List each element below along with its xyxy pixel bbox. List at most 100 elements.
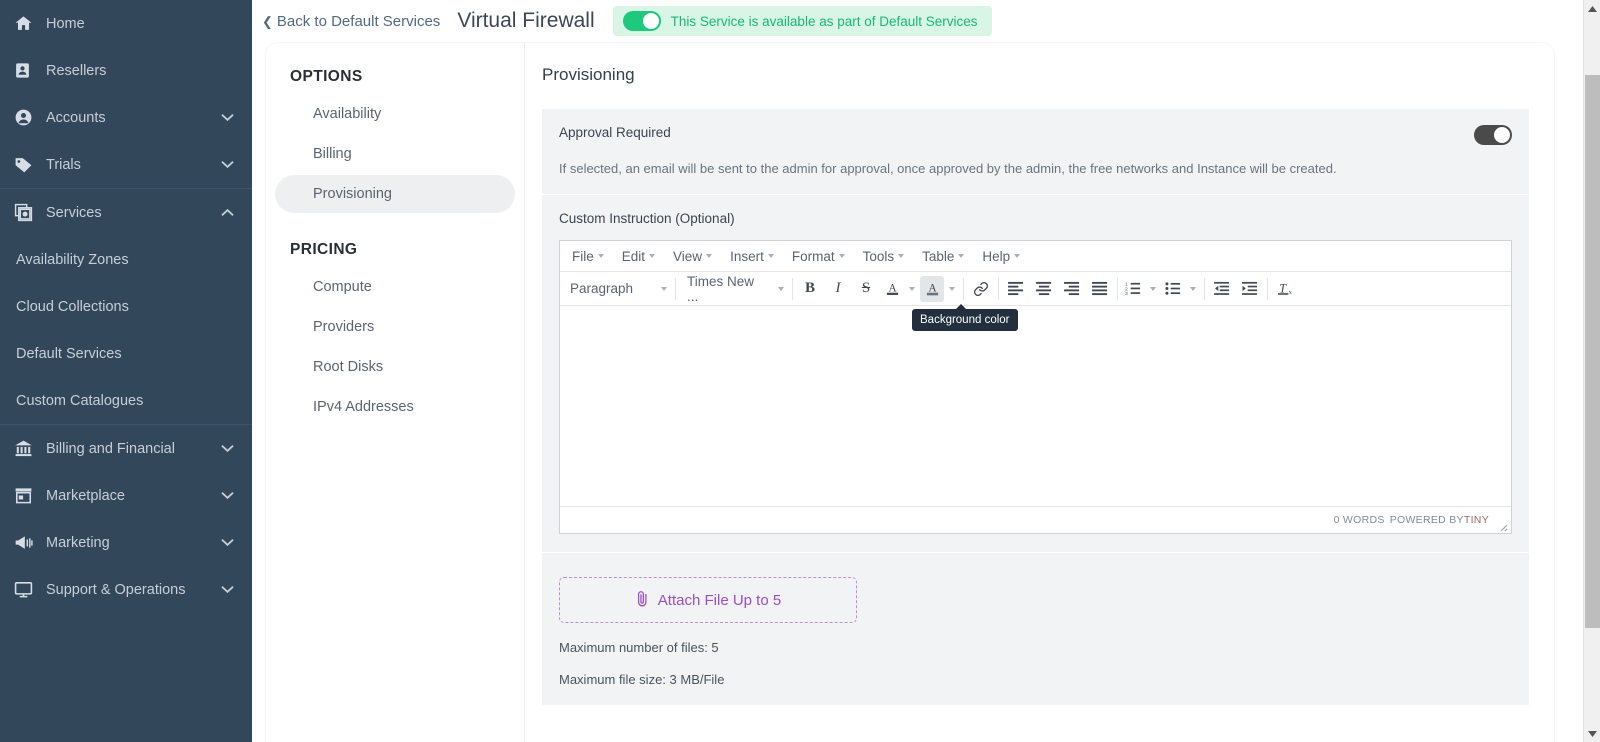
sidebar-item-trials[interactable]: Trials	[0, 141, 252, 188]
bulleted-list-icon[interactable]	[1161, 276, 1185, 302]
sidebar-item-marketing[interactable]: Marketing	[0, 519, 252, 566]
rich-text-editor: File Edit View	[559, 240, 1512, 534]
chevron-up-icon[interactable]	[220, 208, 234, 217]
sidebar-item-accounts[interactable]: Accounts	[0, 94, 252, 141]
approval-required-description: If selected, an email will be sent to th…	[559, 161, 1512, 176]
link-icon[interactable]	[967, 276, 995, 302]
service-availability-toggle[interactable]	[623, 11, 661, 31]
clear-formatting-icon[interactable]: Tx	[1271, 276, 1299, 302]
settings-nav-label: Provisioning	[313, 186, 392, 202]
text-color-dropdown-arrow[interactable]	[904, 276, 920, 302]
menu-label: Help	[982, 249, 1010, 264]
sidebar-subitem-label: Cloud Collections	[16, 299, 129, 315]
sidebar-item-label: Billing and Financial	[40, 441, 220, 457]
chevron-down-icon[interactable]	[220, 444, 234, 453]
sidebar-item-support-and-operations[interactable]: Support & Operations	[0, 566, 252, 613]
editor-menu-view[interactable]: View	[664, 245, 721, 268]
editor-menu-format[interactable]: Format	[783, 245, 854, 268]
menu-label: View	[673, 249, 702, 264]
svg-text:3: 3	[1125, 291, 1128, 296]
settings-nav-label: Compute	[313, 279, 372, 295]
settings-nav-item-availability[interactable]: Availability	[275, 95, 515, 133]
sidebar-item-availability-zones[interactable]: Availability Zones	[0, 236, 252, 283]
chevron-down-icon	[649, 254, 655, 258]
settings-nav-item-provisioning[interactable]: Provisioning	[275, 175, 515, 213]
sidebar-item-home[interactable]: Home	[0, 0, 252, 47]
settings-card: OPTIONS Availability Billing Provisionin…	[266, 43, 1554, 742]
editor-menu-edit[interactable]: Edit	[613, 245, 664, 268]
align-justify-icon[interactable]	[1086, 276, 1114, 302]
toolbar-separator	[963, 278, 964, 300]
bulleted-list-dropdown-arrow[interactable]	[1185, 276, 1201, 302]
settings-nav-item-root-disks[interactable]: Root Disks	[275, 348, 515, 386]
chevron-down-icon[interactable]	[220, 113, 234, 122]
align-right-icon[interactable]	[1058, 276, 1086, 302]
editor-menu-table[interactable]: Table	[913, 245, 973, 268]
application-window: Home Resellers Accounts Trials	[0, 0, 1600, 742]
back-to-default-services-link[interactable]: ❮ Back to Default Services	[262, 13, 440, 30]
sidebar-item-custom-catalogues[interactable]: Custom Catalogues	[0, 377, 252, 424]
sidebar-item-marketplace[interactable]: Marketplace	[0, 472, 252, 519]
sidebar-item-label: Services	[40, 205, 220, 221]
numbered-list-icon[interactable]: 123	[1121, 276, 1145, 302]
editor-menu-file[interactable]: File	[563, 245, 613, 268]
align-center-icon[interactable]	[1030, 276, 1058, 302]
chevron-down-icon[interactable]	[220, 160, 234, 169]
toggle-knob	[643, 13, 659, 29]
settings-nav-item-compute[interactable]: Compute	[275, 268, 515, 306]
font-family-select[interactable]: Times New ...	[679, 276, 789, 302]
bold-icon[interactable]: B	[796, 276, 824, 302]
chevron-down-icon	[958, 254, 964, 258]
megaphone-icon	[14, 533, 40, 553]
page-scrollbar[interactable]	[1583, 0, 1600, 742]
word-count: 0 WORDS	[1334, 514, 1385, 526]
approval-required-toggle[interactable]	[1474, 125, 1512, 145]
attach-file-button[interactable]: Attach File Up to 5	[559, 577, 857, 623]
indent-icon[interactable]	[1236, 276, 1264, 302]
menu-label: Edit	[622, 249, 645, 264]
chevron-down-icon[interactable]	[220, 538, 234, 547]
editor-menu-insert[interactable]: Insert	[721, 245, 783, 268]
editor-content-area[interactable]	[560, 306, 1511, 506]
numbered-list-dropdown-arrow[interactable]	[1145, 276, 1161, 302]
trials-tag-icon	[14, 155, 40, 174]
home-icon	[14, 14, 40, 33]
menu-label: Insert	[730, 249, 764, 264]
services-icon	[14, 203, 40, 222]
sidebar-item-label: Marketplace	[40, 488, 220, 504]
sidebar-item-label: Trials	[40, 157, 220, 173]
settings-nav-label: Availability	[313, 106, 381, 122]
background-color-dropdown-arrow[interactable]	[944, 276, 960, 302]
italic-icon[interactable]: I	[824, 276, 852, 302]
settings-nav-item-providers[interactable]: Providers	[275, 308, 515, 346]
strikethrough-icon[interactable]: S	[852, 276, 880, 302]
scrollbar-thumb[interactable]	[1585, 75, 1600, 628]
settings-nav-item-ipv4-addresses[interactable]: IPv4 Addresses	[275, 388, 515, 426]
sidebar-item-default-services[interactable]: Default Services	[0, 330, 252, 377]
scrollbar-down-arrow[interactable]	[1584, 725, 1600, 742]
chevron-down-icon[interactable]	[220, 585, 234, 594]
page-topbar: ❮ Back to Default Services Virtual Firew…	[252, 0, 1600, 42]
outdent-icon[interactable]	[1208, 276, 1236, 302]
align-left-icon[interactable]	[1002, 276, 1030, 302]
provisioning-panel: Provisioning Approval Required If select…	[525, 43, 1554, 742]
sidebar-item-cloud-collections[interactable]: Cloud Collections	[0, 283, 252, 330]
editor-menu-tools[interactable]: Tools	[854, 245, 914, 268]
scrollbar-up-arrow[interactable]	[1584, 0, 1600, 17]
editor-resize-handle[interactable]	[1497, 519, 1508, 530]
editor-menu-help[interactable]: Help	[973, 245, 1029, 268]
block-format-select[interactable]: Paragraph	[562, 276, 672, 302]
custom-instruction-panel: Custom Instruction (Optional) File Edit	[542, 194, 1529, 552]
sidebar-item-resellers[interactable]: Resellers	[0, 47, 252, 94]
background-color-icon[interactable]: A	[920, 276, 944, 302]
main-sidebar: Home Resellers Accounts Trials	[0, 0, 252, 742]
text-color-icon[interactable]: A	[880, 276, 904, 302]
resellers-icon	[14, 62, 40, 79]
settings-nav-item-billing[interactable]: Billing	[275, 135, 515, 173]
sidebar-item-billing-and-financial[interactable]: Billing and Financial	[0, 425, 252, 472]
custom-instruction-label: Custom Instruction (Optional)	[559, 211, 1512, 226]
tiny-brand-link[interactable]: TINY	[1464, 514, 1489, 526]
sidebar-item-services[interactable]: Services	[0, 189, 252, 236]
chevron-down-icon	[909, 287, 915, 291]
chevron-down-icon[interactable]	[220, 491, 234, 500]
